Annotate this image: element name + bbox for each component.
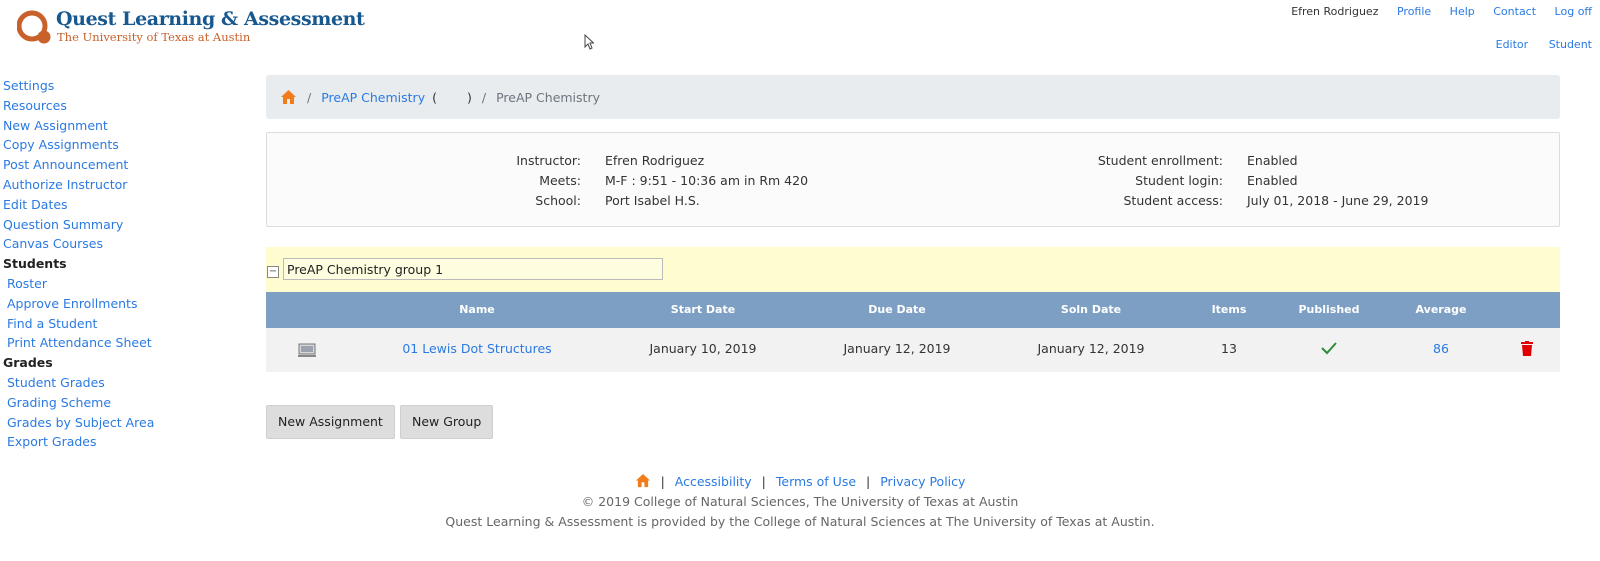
breadcrumb-separator: / — [481, 89, 487, 105]
col-name-header: Name — [459, 303, 495, 316]
col-start-header: Start Date — [670, 303, 736, 316]
course-info-panel: Instructor: Efren Rodriguez Meets: M-F :… — [266, 132, 1560, 227]
sidebar-heading-grades: Grades — [3, 355, 53, 371]
col-average-header: Average — [1415, 303, 1467, 316]
sidebar: Settings Resources New Assignment Copy Assi… — [3, 76, 203, 452]
access-value: July 01, 2018 - June 29, 2019 — [1247, 193, 1429, 208]
sidebar-item-edit-dates[interactable]: Edit Dates — [3, 195, 203, 215]
editor-link[interactable]: Editor — [1496, 38, 1529, 51]
profile-link[interactable]: Profile — [1397, 5, 1431, 18]
sidebar-item-export-grades[interactable]: Export Grades — [3, 432, 203, 452]
start-date-cell: January 10, 2019 — [649, 341, 757, 356]
meets-label: Meets: — [539, 173, 581, 188]
footer-home-icon[interactable] — [635, 473, 651, 488]
sidebar-item-question-summary[interactable]: Question Summary — [3, 215, 203, 235]
school-value: Port Isabel H.S. — [605, 193, 700, 208]
breadcrumb-paren-open: ( — [432, 89, 437, 105]
sidebar-item-roster[interactable]: Roster — [3, 274, 203, 294]
user-name: Efren Rodriguez — [1291, 5, 1379, 18]
due-date-cell: January 12, 2019 — [843, 341, 951, 356]
col-items-header: Items — [1211, 303, 1247, 316]
breadcrumb: / PreAP Chemistry ( ) / PreAP Chemistry — [266, 75, 1560, 119]
help-link[interactable]: Help — [1450, 5, 1475, 18]
home-icon[interactable] — [280, 89, 297, 105]
logoff-link[interactable]: Log off — [1555, 5, 1592, 18]
sidebar-item-canvas-courses[interactable]: Canvas Courses — [3, 234, 203, 254]
breadcrumb-paren-close: ) — [467, 89, 472, 105]
sidebar-heading-students: Students — [3, 256, 67, 272]
copyright-text: © 2019 College of Natural Sciences, The … — [581, 494, 1019, 509]
published-check-icon — [1319, 341, 1339, 358]
new-assignment-button[interactable]: New Assignment — [266, 405, 395, 439]
assignment-group: − — [266, 247, 1560, 292]
mouse-cursor-icon — [584, 34, 594, 50]
sidebar-item-resources[interactable]: Resources — [3, 96, 203, 116]
privacy-link[interactable]: Privacy Policy — [880, 474, 965, 489]
breadcrumb-course-link[interactable]: PreAP Chemistry — [321, 90, 425, 105]
enrollment-value: Enabled — [1247, 153, 1298, 168]
footer: | Accessibility | Terms of Use | Privacy… — [0, 472, 1600, 532]
collapse-icon[interactable]: − — [267, 266, 279, 278]
top-nav: Efren Rodriguez Profile Help Contact Log… — [1276, 5, 1592, 18]
sidebar-item-copy-assignments[interactable]: Copy Assignments — [3, 135, 203, 155]
sidebar-item-approve-enrollments[interactable]: Approve Enrollments — [3, 294, 203, 314]
sidebar-item-authorize-instructor[interactable]: Authorize Instructor — [3, 175, 203, 195]
delete-icon[interactable] — [1520, 341, 1534, 359]
assignment-link[interactable]: 01 Lewis Dot Structures — [377, 328, 577, 370]
average-link[interactable]: 86 — [1401, 328, 1481, 370]
breadcrumb-current: PreAP Chemistry — [496, 89, 600, 105]
brand-subtitle: The University of Texas at Austin — [57, 30, 251, 44]
meets-value: M-F : 9:51 - 10:36 am in Rm 420 — [605, 173, 809, 188]
role-nav: Editor Student — [1479, 38, 1592, 51]
contact-link[interactable]: Contact — [1493, 5, 1536, 18]
col-due-header: Due Date — [868, 303, 926, 316]
login-label: Student login: — [1135, 173, 1223, 188]
sidebar-item-new-assignment[interactable]: New Assignment — [3, 116, 203, 136]
accessibility-link[interactable]: Accessibility — [675, 474, 752, 489]
instructor-label: Instructor: — [516, 153, 581, 168]
enrollment-label: Student enrollment: — [1097, 153, 1223, 168]
quest-logo-icon — [17, 10, 51, 44]
items-cell: 13 — [1221, 341, 1237, 356]
quest-logo[interactable]: Quest Learning & Assessment The Universi… — [17, 8, 365, 46]
group-name-input[interactable] — [283, 258, 663, 280]
new-group-button[interactable]: New Group — [400, 405, 494, 439]
sidebar-item-post-announcement[interactable]: Post Announcement — [3, 155, 203, 175]
provided-by-text: Quest Learning & Assessment is provided … — [445, 514, 1155, 529]
brand-title: Quest Learning & Assessment — [56, 8, 365, 30]
student-link[interactable]: Student — [1549, 38, 1592, 51]
instructor-value: Efren Rodriguez — [605, 153, 705, 168]
breadcrumb-separator: / — [307, 89, 312, 105]
sidebar-item-student-grades[interactable]: Student Grades — [3, 373, 203, 393]
sidebar-item-grades-by-subject-area[interactable]: Grades by Subject Area — [3, 413, 203, 433]
col-published-header: Published — [1298, 303, 1360, 316]
terms-link[interactable]: Terms of Use — [776, 474, 856, 489]
assignments-table-header: Name Start Date Due Date Soln Date Items… — [266, 292, 1560, 328]
access-label: Student access: — [1123, 193, 1223, 208]
sidebar-item-settings[interactable]: Settings — [3, 76, 203, 96]
school-label: School: — [535, 193, 581, 208]
computer-icon[interactable] — [297, 343, 317, 361]
col-soln-header: Soln Date — [1060, 303, 1122, 316]
soln-date-cell: January 12, 2019 — [1037, 341, 1145, 356]
sidebar-item-print-attendance-sheet[interactable]: Print Attendance Sheet — [3, 333, 203, 353]
sidebar-item-find-a-student[interactable]: Find a Student — [3, 314, 203, 334]
sidebar-item-grading-scheme[interactable]: Grading Scheme — [3, 393, 203, 413]
table-row: 01 Lewis Dot Structures January 10, 2019… — [266, 328, 1560, 372]
login-value: Enabled — [1247, 173, 1298, 188]
